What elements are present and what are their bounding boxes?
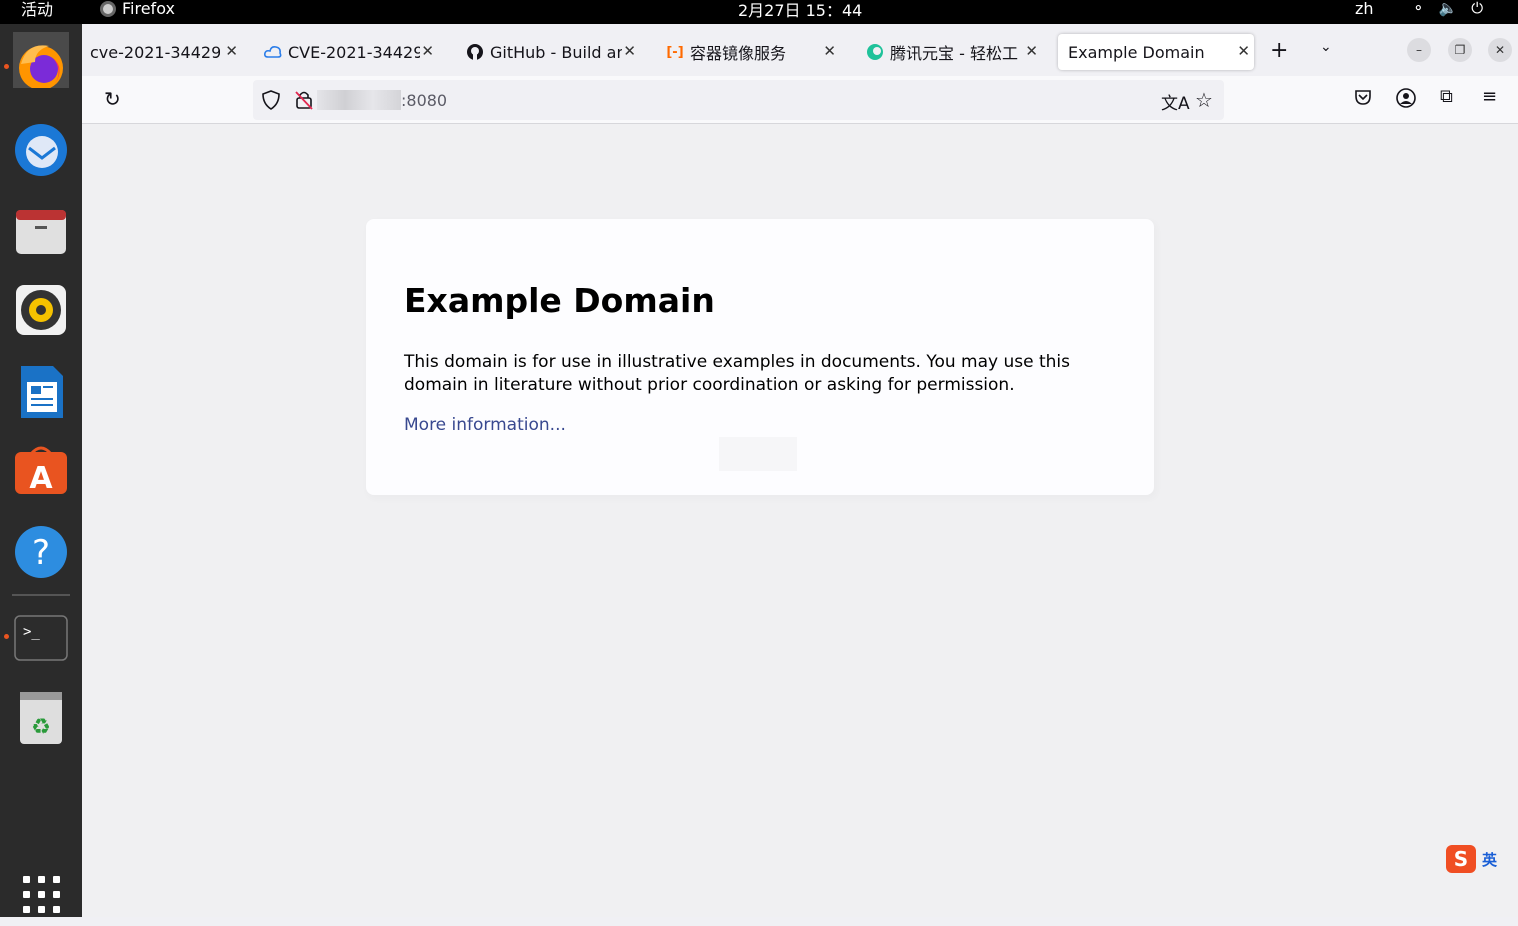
dock: A ? >_ ♻ xyxy=(0,24,82,917)
extensions-puzzle-icon[interactable]: ⧉ xyxy=(1440,86,1453,107)
close-icon[interactable]: ✕ xyxy=(421,42,434,60)
redacted-host xyxy=(317,90,401,110)
yuanbao-icon xyxy=(866,43,884,61)
tab-bar: cve-2021-34429 ✕ CVE-2021-34429 ✕ GitHub… xyxy=(82,24,1518,76)
tab-title: cve-2021-34429 xyxy=(90,42,220,62)
dock-writer[interactable] xyxy=(13,364,69,420)
activities-button[interactable]: 活动 xyxy=(21,0,53,20)
svg-text:?: ? xyxy=(32,533,50,573)
close-icon[interactable]: ✕ xyxy=(1237,42,1250,60)
tab-container-registry[interactable]: [-] 容器镜像服务 ✕ xyxy=(666,34,840,70)
tab-title: Example Domain xyxy=(1068,42,1205,62)
system-tray[interactable]: ⚬ 🔈 ⏻ xyxy=(1412,0,1483,16)
bracket-icon: [-] xyxy=(666,44,684,60)
trash-icon: ♻ xyxy=(20,692,62,744)
rhythmbox-icon xyxy=(16,285,66,335)
show-apps-button[interactable] xyxy=(13,870,69,926)
dock-help[interactable]: ? xyxy=(13,524,69,580)
shield-icon[interactable] xyxy=(262,90,280,110)
account-icon[interactable] xyxy=(1396,88,1416,108)
firefox-icon xyxy=(13,32,69,88)
running-indicator xyxy=(4,634,9,639)
dock-trash[interactable]: ♻ xyxy=(13,690,69,746)
url-text: :8080 xyxy=(401,91,448,110)
github-icon xyxy=(466,43,484,61)
dock-separator xyxy=(12,594,70,596)
sogou-ime-icon: S xyxy=(1446,845,1476,873)
tab-title: CVE-2021-34429 xyxy=(288,42,420,62)
dock-thunderbird[interactable] xyxy=(13,120,69,176)
files-icon xyxy=(16,210,66,254)
tab-title: GitHub - Build an xyxy=(490,42,622,62)
close-window-button[interactable]: ✕ xyxy=(1488,38,1512,62)
network-icon: ⚬ xyxy=(1412,0,1425,17)
power-icon: ⏻ xyxy=(1471,0,1484,17)
hamburger-menu-icon[interactable]: ≡ xyxy=(1482,86,1497,107)
list-tabs-chevron-down-icon[interactable]: ⌄ xyxy=(1320,39,1332,55)
dock-rhythmbox[interactable] xyxy=(13,282,69,338)
system-top-bar: 活动 Firefox 2月27日 15：44 zh ⚬ 🔈 ⏻ xyxy=(0,0,1518,24)
app-grid-icon xyxy=(23,876,60,913)
tab-example-domain[interactable]: Example Domain ✕ xyxy=(1058,34,1254,70)
tab-title: 腾讯元宝 - 轻松工 xyxy=(890,44,1018,63)
navigation-toolbar: ↻ :8080 文A ☆ ⧉ ≡ xyxy=(82,76,1518,124)
maximize-button[interactable]: ❐ xyxy=(1448,38,1472,62)
minimize-button[interactable]: – xyxy=(1407,38,1431,62)
more-information-link[interactable]: More information... xyxy=(404,415,566,435)
content-card: Example Domain This domain is for use in… xyxy=(366,219,1154,495)
redaction-smudge xyxy=(719,437,797,471)
svg-text:>_: >_ xyxy=(23,624,40,640)
thunderbird-icon xyxy=(15,124,67,176)
help-icon: ? xyxy=(15,526,67,578)
clock[interactable]: 2月27日 15：44 xyxy=(738,0,862,22)
page-description: This domain is for use in illustrative e… xyxy=(404,352,1070,395)
insecure-lock-icon[interactable] xyxy=(295,90,313,110)
close-icon[interactable]: ✕ xyxy=(823,42,836,60)
dock-terminal[interactable]: >_ xyxy=(13,610,69,666)
url-bar[interactable]: :8080 文A ☆ xyxy=(253,80,1224,120)
reload-icon[interactable]: ↻ xyxy=(104,87,121,111)
svg-text:♻: ♻ xyxy=(31,715,51,740)
close-icon[interactable]: ✕ xyxy=(225,42,238,60)
volume-icon: 🔈 xyxy=(1438,0,1458,17)
bookmark-star-icon[interactable]: ☆ xyxy=(1195,88,1213,112)
close-icon[interactable]: ✕ xyxy=(623,42,636,60)
translate-icon[interactable]: 文A xyxy=(1161,89,1190,114)
firefox-small-icon xyxy=(100,1,116,17)
page-heading: Example Domain xyxy=(404,281,715,320)
app-name: Firefox xyxy=(122,0,175,18)
dock-app-center[interactable]: A xyxy=(13,442,69,498)
libreoffice-writer-icon xyxy=(21,366,63,418)
terminal-icon: >_ xyxy=(14,615,68,661)
running-indicator xyxy=(4,64,9,69)
tab-github[interactable]: GitHub - Build an ✕ xyxy=(466,34,640,70)
new-tab-plus-icon[interactable]: + xyxy=(1270,38,1288,63)
pocket-icon[interactable] xyxy=(1354,88,1372,106)
app-menu[interactable]: Firefox xyxy=(100,0,175,18)
close-icon[interactable]: ✕ xyxy=(1025,42,1038,60)
ime-mode-label: 英 xyxy=(1482,850,1498,869)
tab-cve-lower[interactable]: cve-2021-34429 ✕ xyxy=(90,34,242,70)
page-viewport: Example Domain This domain is for use in… xyxy=(82,124,1518,917)
input-method-indicator[interactable]: S 英 xyxy=(1446,844,1518,874)
svg-text:A: A xyxy=(29,461,53,496)
app-center-icon: A xyxy=(15,446,67,496)
tab-cve-upper[interactable]: CVE-2021-34429 ✕ xyxy=(264,34,438,70)
cloud-icon xyxy=(264,43,282,61)
tab-yuanbao[interactable]: 腾讯元宝 - 轻松工 ✕ xyxy=(866,34,1042,70)
tab-title: 容器镜像服务 xyxy=(690,44,787,63)
dock-files[interactable] xyxy=(13,202,69,258)
dock-firefox[interactable] xyxy=(13,32,69,88)
input-language-indicator[interactable]: zh xyxy=(1355,0,1374,18)
